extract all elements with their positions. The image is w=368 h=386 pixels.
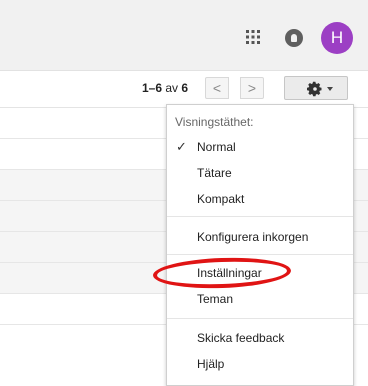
gear-icon	[307, 81, 322, 97]
menu-divider	[167, 216, 353, 217]
settings-menu: Visningstäthet: ✓ Normal Tätare Kompakt …	[166, 104, 354, 386]
page-range: 1–6	[142, 81, 163, 95]
menu-item-tatare[interactable]: Tätare	[167, 161, 353, 185]
menu-item-configure-inbox[interactable]: Konfigurera inkorgen	[167, 225, 353, 249]
top-bar: H	[0, 0, 368, 71]
settings-button[interactable]	[284, 76, 348, 100]
apps-grid-icon[interactable]	[246, 30, 260, 44]
page-total: 6	[181, 81, 189, 95]
menu-item-label: Tätare	[197, 166, 232, 180]
next-page-button[interactable]: >	[240, 77, 264, 99]
menu-item-label: Normal	[197, 140, 236, 154]
notifications-icon[interactable]	[285, 29, 303, 47]
menu-item-kompakt[interactable]: Kompakt	[167, 187, 353, 211]
menu-item-label: Teman	[197, 292, 234, 306]
menu-item-help[interactable]: Hjälp	[167, 352, 353, 376]
menu-item-themes[interactable]: Teman	[167, 287, 353, 311]
menu-item-send-feedback[interactable]: Skicka feedback	[167, 326, 353, 350]
prev-page-button[interactable]: <	[205, 77, 229, 99]
menu-item-label: Hjälp	[197, 357, 225, 371]
chevron-down-icon	[327, 87, 333, 91]
menu-item-label: Skicka feedback	[197, 331, 285, 345]
menu-divider	[167, 318, 353, 319]
menu-divider	[167, 254, 353, 255]
density-header: Visningstäthet:	[175, 115, 254, 129]
page-of-label: av	[165, 81, 179, 95]
menu-item-normal[interactable]: ✓ Normal	[167, 135, 353, 159]
menu-item-label: Kompakt	[197, 192, 245, 206]
menu-item-label: Konfigurera inkorgen	[197, 230, 309, 244]
check-icon: ✓	[176, 139, 187, 154]
pagination-count: 1–6 av 6	[142, 81, 188, 95]
avatar[interactable]: H	[321, 22, 353, 54]
